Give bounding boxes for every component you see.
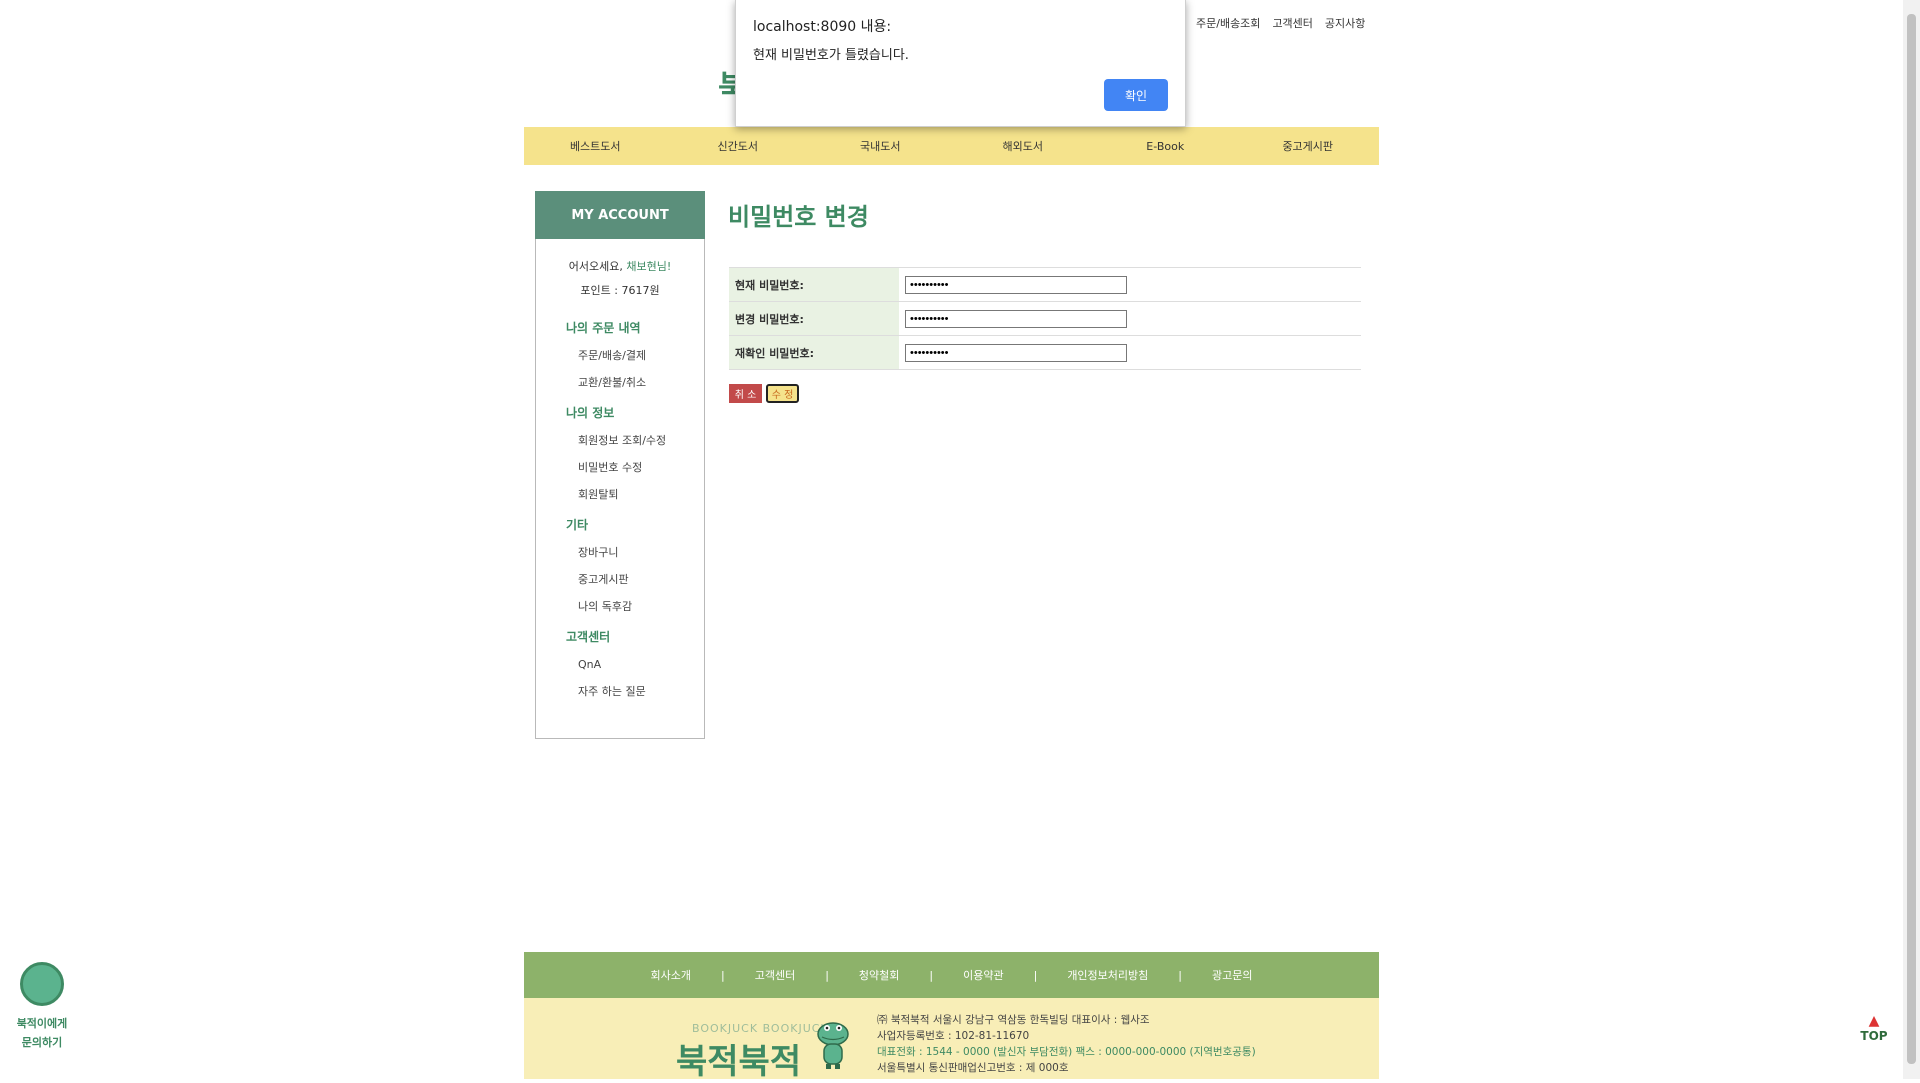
nav-foreign[interactable]: 해외도서 — [952, 138, 1095, 154]
nav-used-board[interactable]: 중고게시판 — [1237, 138, 1380, 154]
chevron-up-icon: ▲ — [1868, 1013, 1880, 1029]
sidebar-item-cart[interactable]: 장바구니 — [578, 539, 704, 566]
form-row: 변경 비밀번호: — [729, 302, 1361, 336]
footer-info: BOOKJUCK BOOKJUCK 북적북적 ㈜ 북적북적 서울시 강남구 역삼… — [524, 998, 1379, 1082]
company-address: ㈜ 북적북적 서울시 강남구 역삼동 한독빌딩 대표이사 : 웹사조 — [877, 1014, 1150, 1026]
footer-separator: | — [1178, 968, 1182, 982]
top-link-order[interactable]: 주문/배송조회 — [1196, 15, 1260, 31]
modify-button[interactable]: 수 정 — [766, 384, 799, 403]
sidebar-item-withdraw[interactable]: 회원탈퇴 — [578, 481, 704, 508]
sidebar-item-password[interactable]: 비밀번호 수정 — [578, 454, 704, 481]
sidebar-section-etc: 기타 — [566, 518, 589, 532]
password-form: 현재 비밀번호: 변경 비밀번호: 재확인 비밀번호: — [729, 267, 1361, 370]
chat-label-line2: 문의하기 — [21, 1036, 63, 1049]
new-password-input[interactable] — [905, 309, 1127, 328]
footer-separator: | — [1033, 968, 1038, 982]
footer-link-withdrawal[interactable]: 청약철회 — [859, 967, 899, 983]
footer-link-terms[interactable]: 이용약관 — [963, 967, 1003, 983]
business-number: 사업자등록번호 : 102-81-11670 — [877, 1030, 1030, 1042]
dialog-ok-button[interactable]: 확인 — [1104, 79, 1168, 111]
top-label: TOP — [1860, 1029, 1888, 1043]
top-link-support[interactable]: 고객센터 — [1272, 15, 1312, 31]
alert-dialog: localhost:8090 내용: 현재 비밀번호가 틀렸습니다. 확인 — [735, 0, 1186, 127]
footer-links: 회사소개 | 고객센터 | 청약철회 | 이용약관 | 개인정보처리방침 | 광… — [524, 952, 1379, 998]
current-password-input[interactable] — [905, 275, 1127, 294]
account-sidebar: MY ACCOUNT 어서오세요, 채보현님! 포인트 : 7617원 나의 주… — [535, 191, 705, 739]
footer-logo: 북적북적 — [676, 1042, 802, 1082]
footer-link-support[interactable]: 고객센터 — [755, 967, 795, 983]
sidebar-item-order-delivery[interactable]: 주문/배송/결제 — [578, 342, 704, 369]
footer-separator: | — [929, 968, 934, 982]
sidebar-section-info: 나의 정보 — [566, 406, 615, 420]
sidebar-item-reviews[interactable]: 나의 독후감 — [578, 593, 704, 620]
chat-widget[interactable]: 북적이에게 문의하기 — [12, 956, 72, 1052]
nav-new-books[interactable]: 신간도서 — [667, 138, 810, 154]
welcome-text: 어서오세요, — [568, 260, 623, 273]
points-text: 포인트 : 7617원 — [580, 284, 660, 297]
sidebar-item-member-info[interactable]: 회원정보 조회/수정 — [578, 427, 704, 454]
sidebar-title: MY ACCOUNT — [535, 191, 705, 239]
confirm-password-input[interactable] — [905, 343, 1127, 362]
user-name: 채보현님! — [626, 260, 672, 273]
contact-info: 대표전화 : 1544 - 0000 (발신자 부담전화) 팩스 : 0000-… — [877, 1046, 1256, 1058]
dialog-title: localhost:8090 내용: — [753, 19, 892, 35]
new-password-label: 변경 비밀번호: — [729, 302, 899, 335]
sidebar-item-exchange-refund[interactable]: 교환/환불/취소 — [578, 369, 704, 396]
main-nav: 베스트도서 신간도서 국내도서 해외도서 E-Book 중고게시판 — [524, 127, 1379, 165]
welcome-box: 어서오세요, 채보현님! 포인트 : 7617원 — [536, 255, 704, 303]
footer-separator: | — [720, 968, 725, 982]
footer-link-company[interactable]: 회사소개 — [651, 967, 691, 983]
sidebar-section-orders: 나의 주문 내역 — [566, 321, 641, 335]
crocodile-mascot-icon — [817, 1022, 849, 1069]
scroll-top-button[interactable]: ▲ TOP — [1857, 1013, 1891, 1043]
sidebar-section-support: 고객센터 — [566, 630, 611, 644]
company-info: ㈜ 북적북적 서울시 강남구 역삼동 한독빌딩 대표이사 : 웹사조 사업자등록… — [877, 1012, 1256, 1076]
sidebar-item-qna[interactable]: QnA — [578, 651, 704, 678]
scrollbar-thumb[interactable] — [1907, 14, 1916, 1064]
current-password-label: 현재 비밀번호: — [729, 268, 899, 301]
dialog-message: 현재 비밀번호가 틀렸습니다. — [753, 48, 909, 63]
nav-bestseller[interactable]: 베스트도서 — [524, 138, 667, 154]
page-title: 비밀번호 변경 — [728, 203, 869, 231]
chatbot-icon[interactable] — [20, 962, 64, 1006]
form-row: 현재 비밀번호: — [729, 268, 1361, 302]
cancel-button[interactable]: 취 소 — [729, 384, 762, 403]
chat-label-line1: 북적이에게 — [16, 1017, 68, 1030]
sidebar-item-used-board[interactable]: 중고게시판 — [578, 566, 704, 593]
page-scrollbar[interactable] — [1903, 0, 1920, 1079]
sidebar-item-faq[interactable]: 자주 하는 질문 — [578, 678, 704, 705]
footer-link-privacy[interactable]: 개인정보처리방침 — [1067, 967, 1148, 983]
confirm-password-label: 재확인 비밀번호: — [729, 336, 899, 369]
top-links: 주문/배송조회 고객센터 공지사항 — [1196, 15, 1365, 31]
top-link-notice[interactable]: 공지사항 — [1325, 15, 1365, 31]
footer-separator: | — [825, 968, 829, 982]
form-row: 재확인 비밀번호: — [729, 336, 1361, 370]
mail-order-number: 서울특별시 통신판매업신고번호 : 제 000호 — [877, 1062, 1069, 1074]
footer-link-ads[interactable]: 광고문의 — [1212, 967, 1252, 983]
nav-domestic[interactable]: 국내도서 — [809, 138, 952, 154]
nav-ebook[interactable]: E-Book — [1094, 140, 1237, 153]
